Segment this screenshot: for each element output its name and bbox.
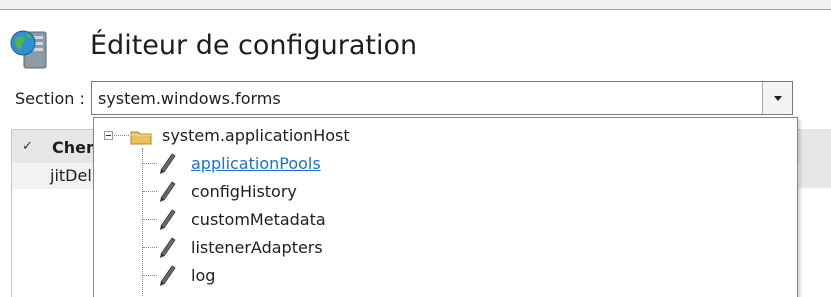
tree-root-item[interactable]: system.applicationHost (94, 122, 794, 150)
tree-item-log[interactable]: log (94, 262, 794, 290)
chevron-collapse-icon[interactable]: ✓ (22, 139, 33, 154)
app-icon (10, 30, 47, 69)
tree-connector (143, 191, 157, 192)
pencil-icon (160, 181, 176, 202)
tree-item-label: configHistory (191, 182, 297, 201)
panel-row-text: jitDel (50, 166, 92, 185)
right-panel-strip (800, 129, 831, 187)
tree-connector (143, 275, 157, 276)
chevron-down-icon (774, 96, 782, 101)
pencil-icon (160, 153, 176, 174)
dropdown-button[interactable] (762, 82, 792, 114)
tree-item-listeneradapters[interactable]: listenerAdapters (94, 234, 794, 262)
tree-item-custommetadata[interactable]: customMetadata (94, 206, 794, 234)
tree-item-label: applicationPools (191, 154, 321, 173)
tree-connector (143, 219, 157, 220)
tree-root-label: system.applicationHost (162, 126, 350, 145)
config-editor-window: Éditeur de configuration Section : syste… (0, 0, 831, 297)
collapse-toggle-icon[interactable] (104, 131, 113, 140)
section-tree-dropdown[interactable]: system.applicationHost applicationPools … (93, 117, 798, 297)
pencil-icon (160, 209, 176, 230)
pencil-icon (160, 237, 176, 258)
folder-icon (130, 131, 152, 145)
tree-connector (143, 163, 157, 164)
tree-connector (114, 135, 129, 136)
tree-item-confighistory[interactable]: configHistory (94, 178, 794, 206)
section-label: Section : (15, 89, 85, 108)
page-title: Éditeur de configuration (90, 30, 418, 61)
tree-item-label: listenerAdapters (191, 238, 323, 257)
tree-item-label: customMetadata (191, 210, 326, 229)
tree-item-label: log (191, 266, 216, 285)
section-dropdown[interactable]: system.windows.forms (91, 81, 793, 115)
tree-connector (143, 247, 157, 248)
pencil-icon (160, 265, 176, 286)
top-border (0, 0, 831, 10)
section-value: system.windows.forms (98, 89, 281, 108)
tree-item-applicationpools[interactable]: applicationPools (94, 150, 794, 178)
